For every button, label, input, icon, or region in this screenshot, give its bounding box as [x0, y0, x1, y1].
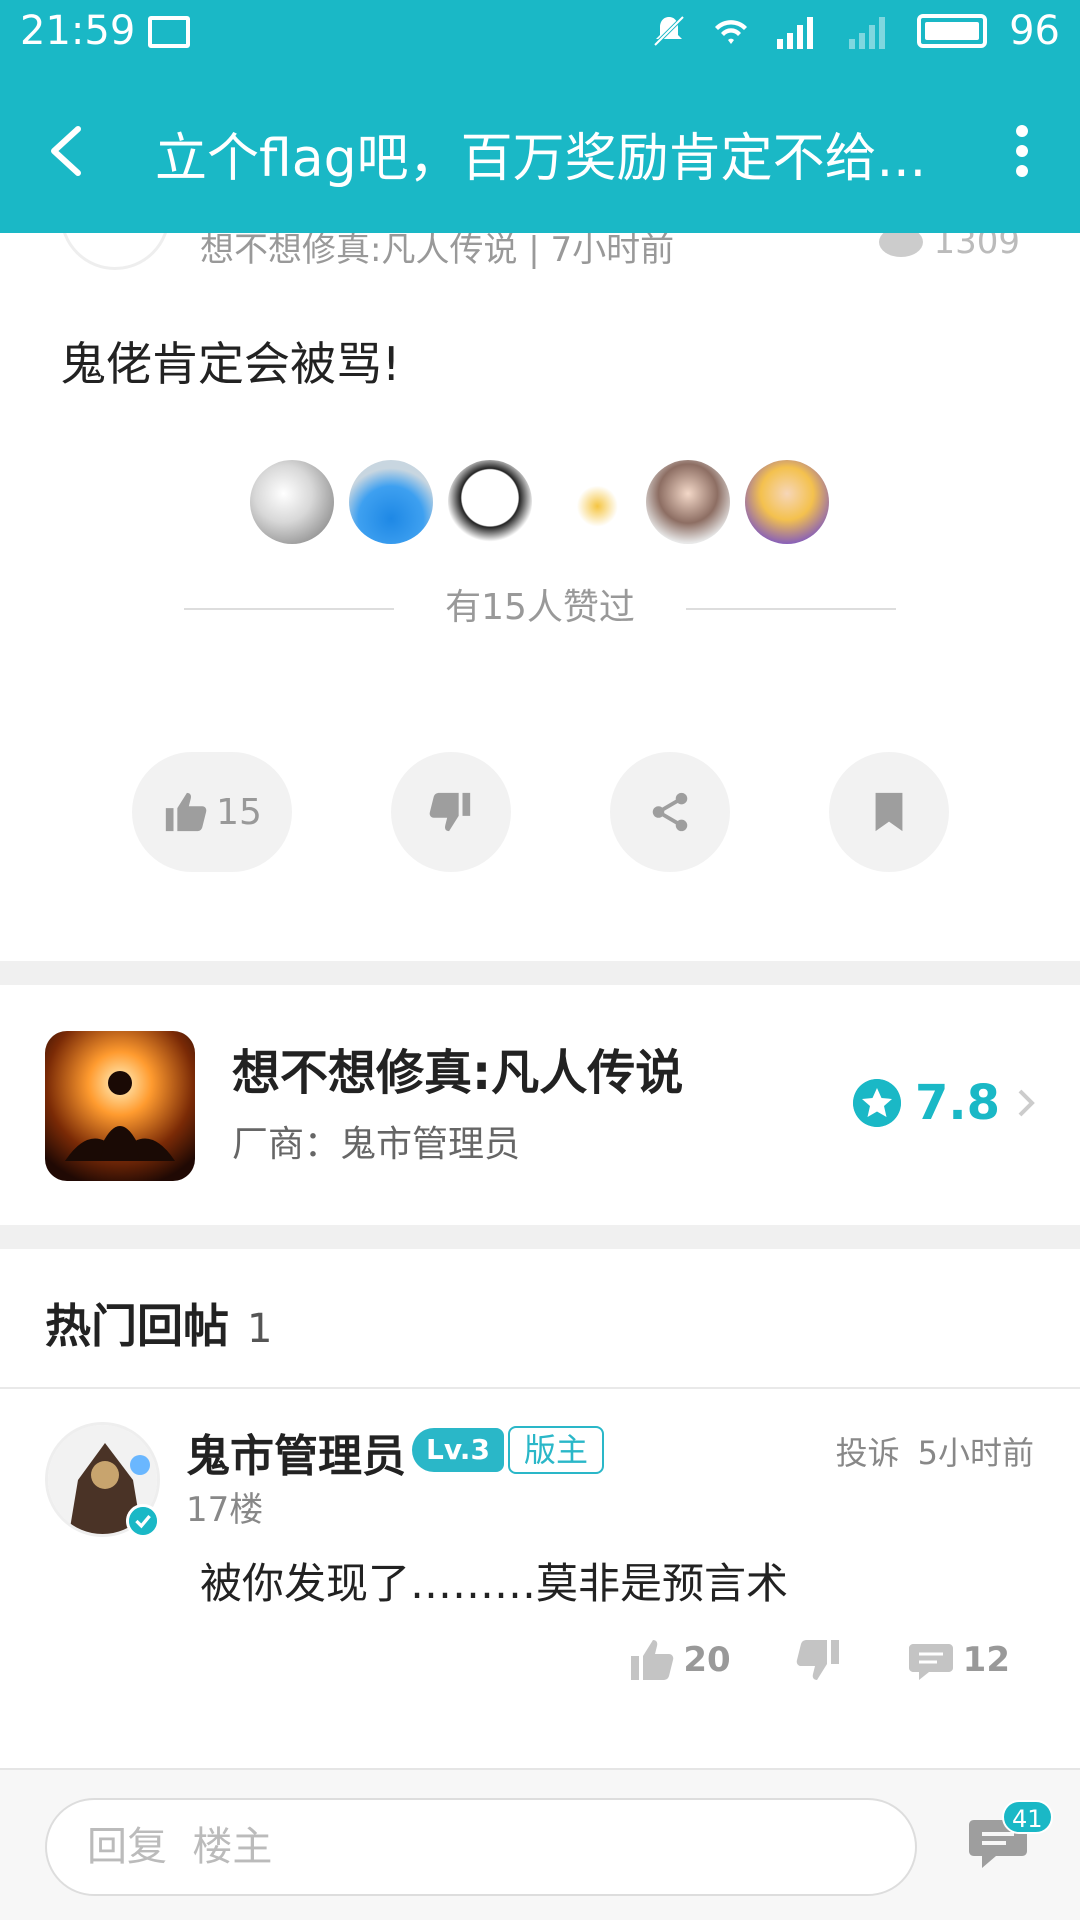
chevron-right-icon [1018, 1089, 1035, 1117]
hot-replies-count: 1 [247, 1306, 273, 1352]
reply-comment-button[interactable]: 12 [907, 1636, 1010, 1684]
back-arrow-icon[interactable] [42, 121, 92, 181]
image-notification-icon [148, 16, 190, 48]
reply-actions: 20 12 [627, 1636, 1010, 1684]
divider [0, 1387, 1080, 1389]
level-badge: Lv.3 [412, 1428, 504, 1472]
liked-summary: 有15人赞过 [184, 578, 896, 638]
game-vendor: 厂商：鬼市管理员 [232, 1124, 521, 1165]
liker-avatars[interactable] [250, 460, 829, 544]
share-icon [652, 792, 688, 832]
app-header: 21:59 96 立个flag吧，百万奖励肯定不给... [0, 0, 1080, 233]
liker-avatar[interactable] [448, 460, 532, 544]
game-rating: 7.8 [852, 1075, 1038, 1131]
liker-avatar[interactable] [250, 460, 334, 544]
liker-avatar[interactable] [547, 460, 631, 544]
mute-icon [653, 15, 685, 47]
post-body: 鬼佬肯定会被骂! [60, 337, 401, 391]
verified-badge-icon [126, 1504, 160, 1538]
reply-dislike-button[interactable] [795, 1636, 843, 1684]
thumbs-down-icon [796, 1640, 839, 1680]
reply-item[interactable]: 鬼市管理员 Lv.3 版主 17楼 投诉 5小时前 被你发现了………莫非是预言术… [0, 1400, 1080, 1750]
wifi-icon [715, 20, 748, 44]
battery-icon [917, 14, 988, 48]
reply-input[interactable] [45, 1798, 917, 1896]
hot-replies-heading: 热门回帖 1 [45, 1290, 272, 1356]
like-button[interactable]: 15 [132, 752, 292, 872]
liker-avatar[interactable] [349, 460, 433, 544]
reply-like-count: 20 [683, 1640, 731, 1680]
battery-level: 96 [1009, 8, 1060, 54]
bottom-reply-bar: 41 [0, 1768, 1080, 1920]
post-actions: 15 [0, 752, 1080, 872]
page-title: 立个flag吧，百万奖励肯定不给... [155, 129, 927, 189]
hot-replies-title: 热门回帖 [45, 1299, 229, 1353]
reply-comment-count: 12 [962, 1640, 1010, 1680]
status-icons: 96 [649, 8, 1060, 54]
liked-count-text: 有15人赞过 [445, 587, 635, 628]
reply-time: 5小时前 [917, 1434, 1034, 1472]
moderator-badge: 版主 [508, 1426, 605, 1474]
star-icon [852, 1079, 901, 1127]
game-icon-image [45, 1031, 195, 1181]
signal-empty-icon [849, 17, 886, 49]
more-options-icon[interactable] [1012, 121, 1032, 181]
reply-meta: 投诉 5小时前 [836, 1428, 1034, 1474]
section-separator [0, 961, 1080, 985]
bookmark-icon [875, 792, 903, 832]
status-time: 21:59 [20, 8, 136, 54]
liker-avatar[interactable] [646, 460, 730, 544]
toolbar: 立个flag吧，百万奖励肯定不给... [0, 66, 1080, 233]
thumbs-up-icon [165, 792, 207, 832]
game-rating-value: 7.8 [914, 1075, 1000, 1131]
share-button[interactable] [610, 752, 730, 872]
comments-count-badge: 41 [1002, 1800, 1053, 1834]
game-name: 想不想修真:凡人传说 [232, 1045, 684, 1101]
status-bar: 21:59 96 [0, 0, 1080, 66]
reply-username[interactable]: 鬼市管理员 [186, 1420, 406, 1484]
report-link[interactable]: 投诉 [836, 1428, 900, 1474]
game-card[interactable]: 想不想修真:凡人传说 厂商：鬼市管理员 7.8 [0, 985, 1080, 1225]
reply-like-button[interactable]: 20 [627, 1636, 731, 1684]
reply-floor: 17楼 [186, 1490, 264, 1530]
thumbs-up-icon [631, 1640, 674, 1680]
reply-text: 被你发现了………莫非是预言术 [200, 1559, 789, 1608]
signal-4g-icon [777, 17, 814, 49]
comment-icon [908, 1644, 953, 1680]
divider-line [686, 608, 896, 610]
section-separator [0, 1225, 1080, 1249]
bookmark-button[interactable] [829, 752, 949, 872]
thumbs-down-icon [429, 792, 471, 832]
liker-avatar[interactable] [745, 460, 829, 544]
dislike-button[interactable] [391, 752, 511, 872]
like-count: 15 [216, 791, 262, 833]
